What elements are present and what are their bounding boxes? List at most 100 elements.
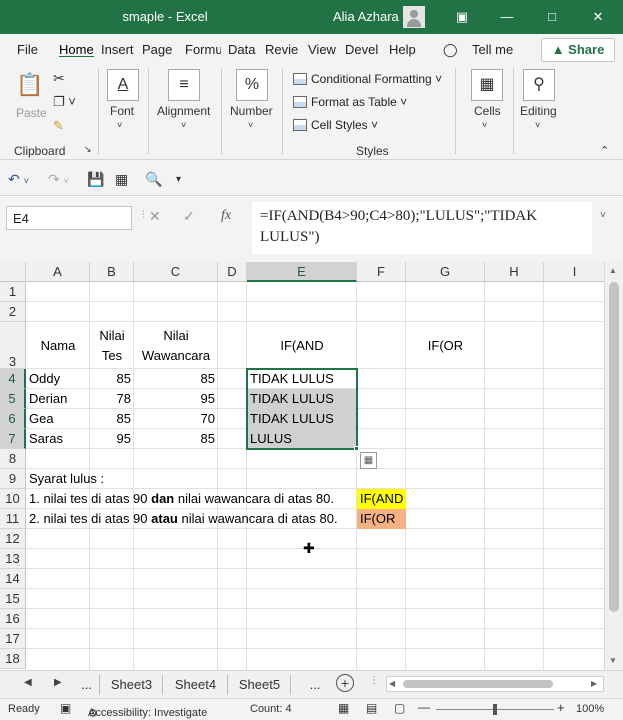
column-header-b[interactable]: B bbox=[90, 262, 134, 282]
header-if-or[interactable]: IF(OR bbox=[406, 336, 485, 356]
share-button[interactable]: ▲ Share bbox=[541, 38, 615, 62]
page-break-view-icon[interactable]: ▢ bbox=[394, 701, 405, 715]
rule-and-text[interactable]: 1. nilai tes di atas 90 dan nilai wawanc… bbox=[26, 489, 337, 509]
cut-icon[interactable]: ✂ bbox=[53, 70, 65, 87]
user-name[interactable]: Alia Azhara bbox=[333, 9, 399, 24]
font-label[interactable]: Font bbox=[110, 104, 134, 118]
syarat-lulus-label[interactable]: Syarat lulus : bbox=[26, 469, 107, 489]
editing-label[interactable]: Editing bbox=[520, 104, 557, 118]
scroll-down-icon[interactable]: ▼ bbox=[609, 656, 617, 665]
row-header[interactable]: 10 bbox=[0, 489, 26, 509]
header-nilai-wawancara[interactable]: Nilai bbox=[134, 326, 218, 346]
scroll-up-icon[interactable]: ▲ bbox=[609, 266, 617, 275]
cells-icon[interactable]: ▦ bbox=[471, 69, 503, 101]
borders-icon[interactable]: ▦ bbox=[115, 171, 128, 188]
scroll-left-icon[interactable]: ◀ bbox=[389, 679, 395, 688]
save-icon[interactable]: 💾 bbox=[87, 171, 104, 188]
prev-sheet-icon[interactable]: ◀ bbox=[24, 677, 32, 688]
column-header-i[interactable]: I bbox=[544, 262, 604, 282]
font-icon[interactable]: A bbox=[107, 69, 139, 101]
column-header-c[interactable]: C bbox=[134, 262, 218, 282]
row-header[interactable]: 3 bbox=[0, 322, 26, 369]
lightbulb-icon[interactable]: ◯ bbox=[443, 42, 458, 58]
cancel-icon[interactable]: ✕ bbox=[149, 208, 161, 225]
column-header-f[interactable]: F bbox=[357, 262, 406, 282]
add-sheet-icon[interactable]: + bbox=[336, 674, 354, 692]
tell-me-search[interactable]: Tell me bbox=[472, 42, 513, 57]
next-sheet-icon[interactable]: ▶ bbox=[54, 677, 62, 688]
undo-icon[interactable]: ↶ ˅ bbox=[8, 171, 29, 188]
quick-analysis-icon[interactable]: ▦ bbox=[360, 452, 377, 469]
row-header[interactable]: 16 bbox=[0, 609, 26, 629]
row-header[interactable]: 12 bbox=[0, 529, 26, 549]
maximize-icon[interactable]: □ bbox=[542, 7, 562, 27]
insert-function-icon[interactable]: fx bbox=[221, 208, 231, 224]
more-icon[interactable]: ⋮ bbox=[139, 209, 148, 220]
row-header[interactable]: 13 bbox=[0, 549, 26, 569]
name-box[interactable]: E4 bbox=[6, 206, 132, 230]
cell-nama[interactable]: Derian bbox=[26, 389, 90, 409]
tab-help[interactable]: Help bbox=[389, 42, 419, 57]
column-header-d[interactable]: D bbox=[218, 262, 247, 282]
cell-tes[interactable]: 95 bbox=[90, 429, 134, 449]
header-nilai-tes[interactable]: Tes bbox=[90, 346, 134, 366]
number-label[interactable]: Number bbox=[230, 104, 273, 118]
row-header[interactable]: 2 bbox=[0, 302, 26, 322]
tab-page-layout[interactable]: Page bbox=[142, 42, 174, 57]
cell-styles-button[interactable]: Cell Styles ˅ bbox=[293, 118, 378, 132]
tab-insert[interactable]: Insert bbox=[101, 42, 136, 57]
zoom-slider-thumb[interactable] bbox=[493, 704, 497, 715]
cell-nama[interactable]: Gea bbox=[26, 409, 90, 429]
paste-icon[interactable]: 📋 bbox=[14, 70, 46, 102]
tab-view[interactable]: View bbox=[308, 42, 338, 57]
header-nilai-tes[interactable]: Nilai bbox=[90, 326, 134, 346]
row-header[interactable]: 9 bbox=[0, 469, 26, 489]
zoom-level[interactable]: 100% bbox=[576, 703, 604, 715]
print-preview-icon[interactable]: 🔍 bbox=[145, 171, 162, 188]
column-header-h[interactable]: H bbox=[485, 262, 544, 282]
row-header[interactable]: 1 bbox=[0, 282, 26, 302]
row-header[interactable]: 15 bbox=[0, 589, 26, 609]
enter-icon[interactable]: ✓ bbox=[183, 208, 195, 225]
cell-nama[interactable]: Saras bbox=[26, 429, 90, 449]
row-header[interactable]: 8 bbox=[0, 449, 26, 469]
percent-icon[interactable]: % bbox=[236, 69, 268, 101]
row-header[interactable]: 4 bbox=[0, 369, 26, 389]
horizontal-scrollbar[interactable]: ◀ ▶ bbox=[386, 676, 604, 692]
normal-view-icon[interactable]: ▦ bbox=[338, 701, 349, 715]
row-header[interactable]: 17 bbox=[0, 629, 26, 649]
cell-tes[interactable]: 78 bbox=[90, 389, 134, 409]
more-icon[interactable]: ⋮ bbox=[369, 675, 379, 686]
search-icon[interactable]: ⚲ bbox=[523, 69, 555, 101]
dialog-launcher-icon[interactable]: ↘ bbox=[84, 144, 92, 155]
scroll-thumb[interactable] bbox=[403, 680, 553, 688]
sheet-tab-sheet5[interactable]: Sheet5 bbox=[229, 675, 291, 695]
tab-file[interactable]: File bbox=[17, 42, 38, 57]
sheet-tab-sheet4[interactable]: Sheet4 bbox=[164, 675, 228, 695]
close-icon[interactable]: ✕ bbox=[588, 7, 608, 27]
copy-icon[interactable]: ❐ ˅ bbox=[53, 94, 76, 110]
ribbon-display-icon[interactable]: ▣ bbox=[452, 7, 472, 27]
tab-developer[interactable]: Devel bbox=[345, 42, 381, 57]
alignment-label[interactable]: Alignment bbox=[157, 104, 210, 118]
zoom-in-icon[interactable]: + bbox=[557, 700, 565, 715]
paste-label[interactable]: Paste bbox=[16, 106, 47, 120]
row-header[interactable]: 6 bbox=[0, 409, 26, 429]
alignment-icon[interactable]: ≡ bbox=[168, 69, 200, 101]
customize-qat-icon[interactable]: ▾ bbox=[176, 174, 181, 185]
cell-nama[interactable]: Oddy bbox=[26, 369, 90, 389]
minimize-icon[interactable]: — bbox=[497, 7, 517, 27]
column-header-g[interactable]: G bbox=[406, 262, 485, 282]
tab-review[interactable]: Revie bbox=[265, 42, 301, 57]
tab-formulas[interactable]: Formu bbox=[185, 42, 221, 57]
select-all-corner[interactable] bbox=[0, 262, 26, 282]
worksheet-grid[interactable]: A B C D E F G H I 1 2 3 4 5 6 7 8 9 10 1… bbox=[0, 262, 604, 670]
fill-handle[interactable] bbox=[354, 446, 359, 451]
column-header-e[interactable]: E bbox=[247, 262, 357, 282]
collapse-ribbon-icon[interactable]: ⌃ bbox=[600, 144, 609, 157]
tag-if-or[interactable]: IF(OR bbox=[357, 509, 406, 529]
vertical-scrollbar[interactable]: ▲ ▼ bbox=[604, 262, 623, 670]
cell-wawancara[interactable]: 95 bbox=[134, 389, 218, 409]
scroll-thumb[interactable] bbox=[609, 282, 619, 612]
conditional-formatting-button[interactable]: Conditional Formatting ˅ bbox=[293, 72, 442, 86]
